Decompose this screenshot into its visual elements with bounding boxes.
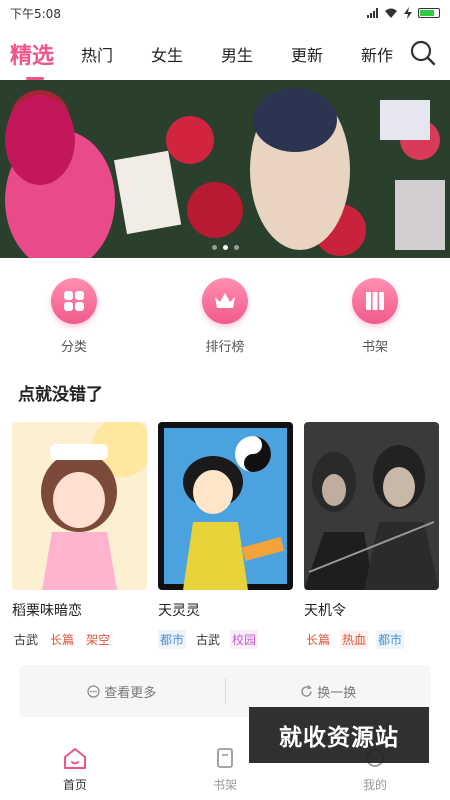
book-title: 稻栗味暗恋: [12, 603, 82, 619]
book-tag: 热血: [340, 630, 369, 649]
nav-bookshelf-label: 书架: [212, 778, 237, 792]
battery-icon: [418, 8, 440, 18]
tab-female[interactable]: 女生: [132, 42, 202, 66]
tab-featured[interactable]: 精选: [10, 38, 62, 80]
nav-home-label: 首页: [62, 778, 87, 792]
section-title: 点就没错了: [18, 385, 103, 405]
grid-icon: [51, 278, 97, 324]
book-tag: 长篇: [306, 633, 331, 647]
book-tag: 都市: [376, 630, 405, 649]
refresh-button[interactable]: 换一换: [226, 682, 432, 701]
ranking-label: 排行榜: [205, 340, 245, 355]
tab-updates[interactable]: 更新: [272, 42, 342, 66]
tab-new[interactable]: 新作: [342, 42, 412, 66]
charging-icon: [404, 7, 412, 19]
status-time: 下午5:08: [10, 6, 61, 21]
book-cover: [12, 422, 147, 590]
book-card[interactable]: 稻栗味暗恋 古武 长篇 架空: [12, 422, 147, 649]
signal-icon: [367, 8, 378, 18]
view-more-button[interactable]: 查看更多: [19, 682, 225, 701]
category-tabs: 精选 热门 女生 男生 更新 新作: [0, 30, 450, 80]
carousel-dot: [233, 245, 239, 250]
book-card[interactable]: 天机令 长篇 热血 都市: [304, 422, 439, 649]
carousel-dot-active: [222, 245, 228, 250]
status-bar: 下午5:08: [0, 0, 450, 26]
home-icon: [64, 748, 86, 769]
carousel-dots: [0, 245, 450, 250]
wifi-icon: [385, 8, 397, 18]
book-tag: 古武: [14, 633, 39, 647]
quick-links: 分类 排行榜 书架: [0, 278, 450, 358]
book-cover: [158, 422, 293, 590]
crown-icon: [202, 278, 248, 324]
more-icon: [87, 684, 100, 698]
tab-male[interactable]: 男生: [202, 42, 272, 66]
ranking-button[interactable]: 排行榜: [180, 278, 270, 355]
category-button[interactable]: 分类: [29, 278, 119, 355]
banner-carousel[interactable]: [0, 80, 450, 258]
carousel-dot: [211, 245, 217, 250]
book-card[interactable]: 天灵灵 都市 古武 校园: [158, 422, 293, 649]
banner-image: [0, 80, 450, 258]
book-cover: [304, 422, 439, 590]
book-tag: 古武: [196, 633, 221, 647]
books-icon: [352, 278, 398, 324]
book-tag: 架空: [86, 633, 111, 647]
category-label: 分类: [60, 340, 87, 355]
watermark: 就收资源站: [249, 707, 429, 763]
bookshelf-button[interactable]: 书架: [330, 278, 420, 355]
book-tag: 都市: [158, 630, 187, 649]
nav-profile-label: 我的: [362, 778, 387, 792]
book-title: 天机令: [304, 603, 346, 619]
bookshelf-icon: [217, 748, 233, 768]
refresh-icon: [301, 684, 312, 697]
book-title: 天灵灵: [158, 603, 200, 619]
tab-hot[interactable]: 热门: [62, 42, 132, 66]
refresh-label: 换一换: [317, 685, 357, 701]
search-icon[interactable]: [408, 38, 438, 68]
nav-home[interactable]: 首页: [0, 740, 150, 800]
view-more-label: 查看更多: [104, 685, 157, 701]
book-tag: 校园: [230, 630, 259, 649]
bookshelf-label: 书架: [361, 340, 388, 355]
book-tag: 长篇: [50, 633, 75, 647]
